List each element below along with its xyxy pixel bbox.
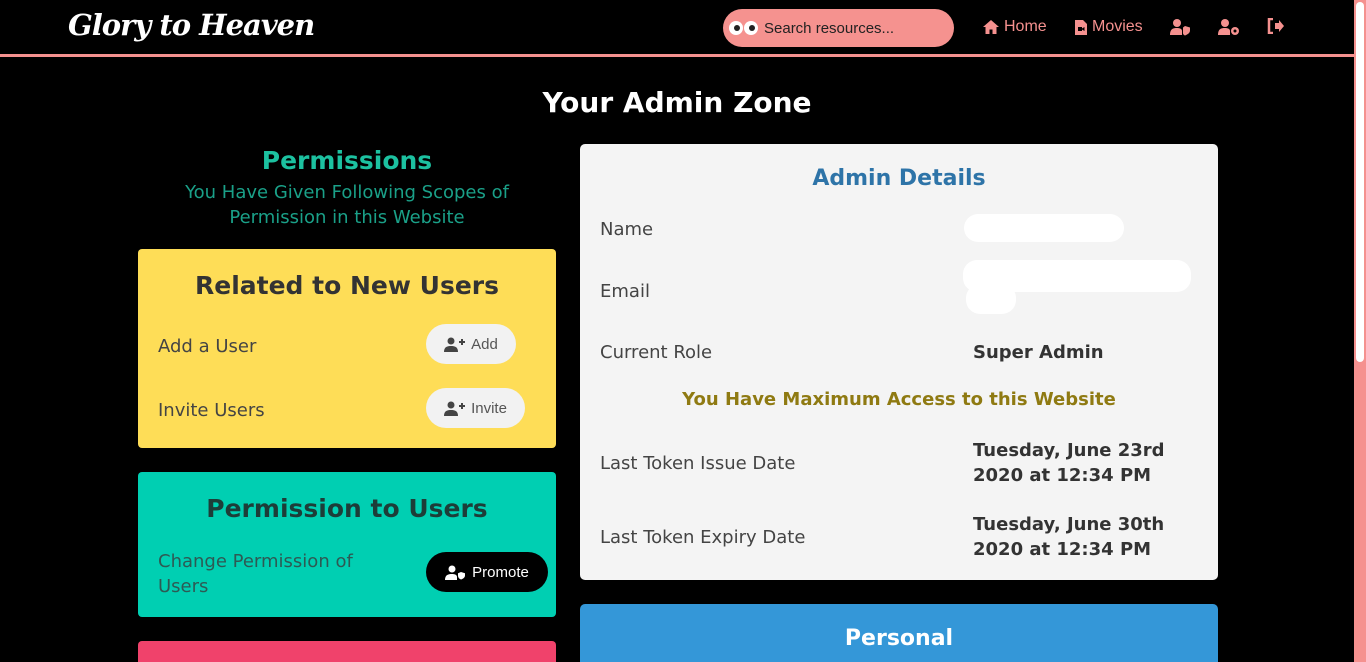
token-issue-label: Last Token Issue Date bbox=[600, 453, 796, 474]
search-input[interactable] bbox=[764, 19, 934, 37]
token-expiry-day: Tuesday, June 30th bbox=[973, 514, 1165, 535]
permissions-title: Permissions bbox=[261, 146, 433, 175]
admin-details-title: Admin Details bbox=[812, 166, 986, 191]
email-value-redacted-tail bbox=[966, 284, 1016, 314]
page-scrollbar[interactable] bbox=[1354, 0, 1366, 662]
brand-logo[interactable]: Glory to Heaven bbox=[68, 8, 315, 42]
token-expiry-label: Last Token Expiry Date bbox=[600, 527, 806, 548]
add-button-label: Add bbox=[471, 335, 498, 353]
eyes-icon bbox=[729, 21, 758, 35]
add-user-button[interactable]: Add bbox=[426, 324, 516, 364]
user-shield-icon bbox=[445, 565, 466, 580]
token-issue-time: 2020 at 12:34 PM bbox=[973, 465, 1152, 486]
name-value-redacted bbox=[964, 214, 1124, 242]
user-shield-icon[interactable] bbox=[1170, 18, 1192, 40]
home-icon bbox=[983, 20, 999, 34]
scrollbar-thumb[interactable] bbox=[1356, 2, 1364, 362]
pink-card bbox=[138, 641, 556, 662]
admin-details-card: Admin Details Name Email Current Role Su… bbox=[580, 144, 1218, 580]
change-permission-label: Change Permission of Users bbox=[158, 551, 353, 597]
token-expiry-value: Tuesday, June 30th 2020 at 12:34 PM bbox=[973, 512, 1164, 562]
nav-movies[interactable]: Movies bbox=[1074, 18, 1143, 36]
promote-button-label: Promote bbox=[472, 563, 529, 581]
sign-out-icon[interactable] bbox=[1267, 17, 1285, 38]
user-cog-icon[interactable] bbox=[1218, 18, 1240, 40]
nav-movies-label: Movies bbox=[1092, 18, 1143, 35]
page-title: Your Admin Zone bbox=[542, 86, 812, 119]
personal-card: Personal bbox=[580, 604, 1218, 662]
user-plus-icon bbox=[444, 401, 466, 416]
promote-button[interactable]: Promote bbox=[426, 552, 548, 592]
new-users-title: Related to New Users bbox=[194, 271, 499, 300]
new-users-card: Related to New Users Add a User Add Invi… bbox=[138, 249, 556, 448]
invite-button-label: Invite bbox=[471, 399, 507, 417]
search-bar[interactable] bbox=[723, 9, 954, 47]
permission-to-users-title: Permission to Users bbox=[206, 494, 488, 523]
token-issue-day: Tuesday, June 23rd bbox=[973, 440, 1165, 461]
email-label: Email bbox=[600, 281, 650, 302]
token-issue-value: Tuesday, June 23rd 2020 at 12:34 PM bbox=[973, 438, 1165, 488]
personal-title: Personal bbox=[844, 626, 954, 651]
navbar: Glory to Heaven Home Movies bbox=[0, 0, 1354, 57]
user-plus-icon bbox=[444, 337, 466, 352]
invite-users-button[interactable]: Invite bbox=[426, 388, 525, 428]
nav-home-label: Home bbox=[1004, 18, 1047, 35]
access-note: You Have Maximum Access to this Website bbox=[682, 389, 1116, 410]
permissions-subtitle: You Have Given Following Scopes of Permi… bbox=[185, 182, 509, 228]
role-value: Super Admin bbox=[973, 342, 1104, 363]
invite-users-label: Invite Users bbox=[158, 400, 265, 421]
add-user-label: Add a User bbox=[158, 336, 257, 357]
permission-to-users-card: Permission to Users Change Permission of… bbox=[138, 472, 556, 617]
token-expiry-time: 2020 at 12:34 PM bbox=[973, 539, 1152, 560]
file-video-icon bbox=[1075, 19, 1087, 35]
name-label: Name bbox=[600, 219, 654, 240]
nav-home[interactable]: Home bbox=[982, 18, 1047, 36]
role-label: Current Role bbox=[600, 342, 713, 363]
